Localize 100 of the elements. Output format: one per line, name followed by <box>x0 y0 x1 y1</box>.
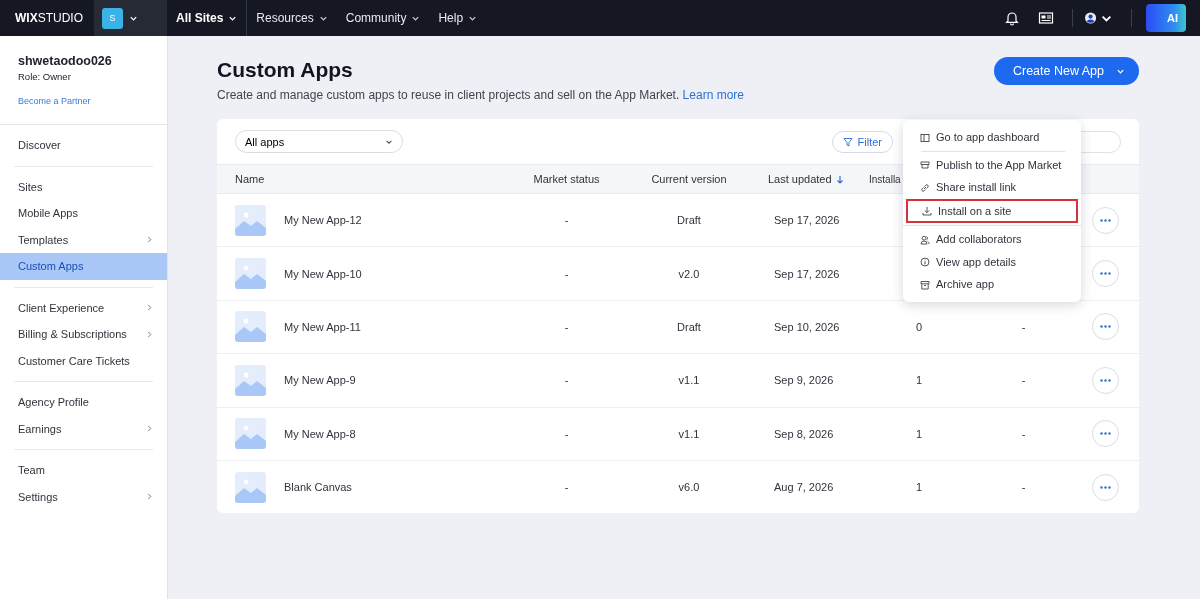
app-name: My New App-8 <box>284 427 356 440</box>
table-cell: - <box>564 374 569 387</box>
menu-item[interactable]: Install on a site <box>906 198 1078 223</box>
table-cell: 0 <box>916 320 923 333</box>
table-cell: v6.0 <box>678 481 700 494</box>
archive-icon <box>920 279 930 290</box>
page-subtitle: Create and manage custom apps to reuse in client projects and sell on the App Market. Learn more <box>217 88 744 102</box>
chevron-right-icon <box>146 493 153 501</box>
table-cell: 1 <box>916 481 923 494</box>
apps-dropdown[interactable]: All apps <box>235 130 403 153</box>
column-header: Current version <box>651 173 727 185</box>
more-icon <box>1099 218 1111 222</box>
more-actions-button[interactable] <box>1091 366 1119 394</box>
more-actions-button[interactable] <box>1091 260 1119 288</box>
table-cell: Sep 8, 2026 <box>774 427 834 440</box>
column-header: Installa <box>869 173 901 185</box>
more-icon <box>1099 272 1111 276</box>
menu-item[interactable]: Publish to the App Market <box>903 153 1081 176</box>
learn-more-link[interactable]: Learn more <box>682 88 744 102</box>
nav-menu[interactable]: Help <box>429 0 487 36</box>
image-placeholder-icon <box>235 204 266 236</box>
column-header: Market status <box>533 173 600 185</box>
table-cell: Sep 17, 2026 <box>774 267 840 280</box>
chevron-right-icon <box>146 330 153 338</box>
sidebar-item[interactable]: Mobile Apps <box>0 200 167 227</box>
image-placeholder-icon <box>235 418 266 450</box>
app-name: My New App-11 <box>284 320 361 333</box>
sidebar-item[interactable]: Settings <box>0 483 167 510</box>
menu-item[interactable]: Archive app <box>903 273 1081 296</box>
nav-menu[interactable]: Resources <box>247 0 337 36</box>
table-cell: - <box>564 427 569 440</box>
more-icon <box>1099 432 1111 436</box>
image-placeholder-icon <box>235 311 266 343</box>
table-cell: - <box>564 214 569 227</box>
image-placeholder-icon <box>235 258 266 290</box>
image-placeholder-icon <box>235 471 266 503</box>
sidebar-item[interactable]: Client Experience <box>0 294 167 321</box>
chevron-right-icon <box>146 236 153 244</box>
table-cell: 1 <box>916 374 923 387</box>
table-cell: v1.1 <box>678 374 700 387</box>
table-row[interactable]: Blank Canvas - v6.0 Aug 7, 2026 1 - <box>217 460 1139 514</box>
sidebar-item[interactable]: Discover <box>0 132 167 159</box>
partner-link[interactable]: Become a Partner <box>18 96 91 106</box>
more-actions-button[interactable] <box>1091 420 1119 448</box>
account-name: shwetaodoo026 <box>18 54 113 68</box>
table-cell: - <box>1021 374 1026 387</box>
table-row[interactable]: My New App-9 - v1.1 Sep 9, 2026 1 - <box>217 354 1139 408</box>
image-placeholder-icon <box>235 364 266 396</box>
table-cell: - <box>1021 427 1026 440</box>
app-name: Blank Canvas <box>284 481 352 494</box>
table-cell: Sep 9, 2026 <box>774 374 834 387</box>
people-icon <box>920 234 930 245</box>
store-icon <box>920 160 930 170</box>
sidebar-item[interactable]: Customer Care Tickets <box>0 347 167 374</box>
menu-item[interactable]: Go to app dashboard <box>903 126 1081 149</box>
menu-item[interactable]: View app details <box>903 250 1081 273</box>
sidebar-item[interactable]: Earnings <box>0 415 167 442</box>
more-icon <box>1099 485 1111 489</box>
app-name: My New App-9 <box>284 374 356 387</box>
page-title: Custom Apps <box>217 58 354 82</box>
column-header: Name <box>235 173 265 185</box>
newspaper-icon[interactable] <box>1038 10 1054 26</box>
sidebar-item[interactable]: Team <box>0 457 167 484</box>
table-cell: - <box>1021 320 1026 333</box>
more-actions-button[interactable] <box>1091 206 1119 234</box>
chevron-right-icon <box>146 425 153 433</box>
more-actions-button[interactable] <box>1091 313 1119 341</box>
table-cell: v1.1 <box>678 427 700 440</box>
app-name: My New App-12 <box>284 214 362 227</box>
create-new-app-button[interactable]: Create New App <box>993 57 1139 85</box>
more-icon <box>1099 378 1111 382</box>
table-row[interactable]: My New App-8 - v1.1 Sep 8, 2026 1 - <box>217 407 1139 461</box>
more-actions-button[interactable] <box>1091 473 1119 501</box>
table-cell: Draft <box>677 320 701 333</box>
bell-icon[interactable] <box>1004 10 1020 26</box>
nav-menu[interactable]: All Sites <box>167 0 248 36</box>
table-cell: v2.0 <box>678 267 700 280</box>
ai-button[interactable]: AI <box>1146 4 1186 32</box>
table-cell: - <box>564 481 569 494</box>
sidebar-item[interactable]: Billing & Subscriptions <box>0 321 167 348</box>
table-cell: - <box>1021 481 1026 494</box>
chevron-right-icon <box>146 304 153 312</box>
table-cell: - <box>564 320 569 333</box>
sidebar-item[interactable]: Sites <box>0 173 167 200</box>
logo: WIXSTUDIO <box>14 11 84 25</box>
table-cell: - <box>564 267 569 280</box>
table-cell: Sep 10, 2026 <box>774 320 840 333</box>
info-icon <box>920 257 930 267</box>
nav-menu[interactable]: Community <box>336 0 430 36</box>
filter-button[interactable]: Filter <box>831 130 893 153</box>
table-cell: Aug 7, 2026 <box>774 481 834 494</box>
sidebar-item[interactable]: Templates <box>0 226 167 253</box>
filter-icon <box>842 136 853 147</box>
sidebar-item[interactable]: Custom Apps <box>0 253 167 280</box>
account-role: Role: Owner <box>18 71 72 82</box>
table-cell: Sep 17, 2026 <box>774 214 840 227</box>
table-cell: Draft <box>677 214 701 227</box>
app-name: My New App-10 <box>284 267 362 280</box>
download-icon <box>922 206 932 216</box>
sidebar-item[interactable]: Agency Profile <box>0 389 167 416</box>
